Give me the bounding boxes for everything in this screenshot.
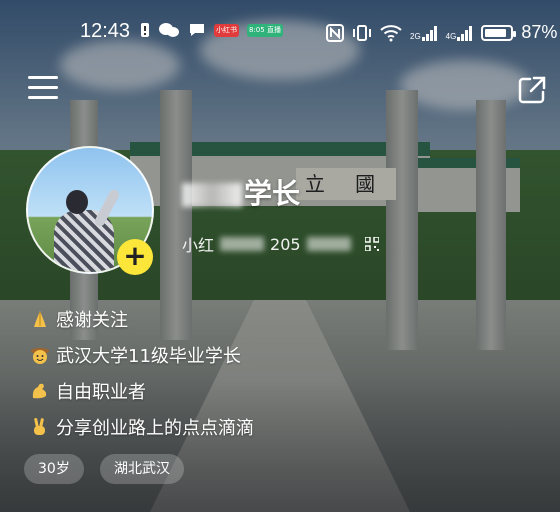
bio-line: 武汉大学11级毕业学长	[30, 342, 241, 368]
folded-hands-emoji-icon	[34, 311, 46, 327]
flexed-biceps-emoji-icon	[32, 383, 47, 399]
signal-bars-icon	[457, 25, 473, 41]
signal-2g: 2G	[410, 25, 438, 41]
id-redaction	[306, 237, 351, 251]
bio-text: 武汉大学11级毕业学长	[56, 346, 241, 367]
signal-4g: 4G	[446, 25, 474, 41]
victory-hand-emoji-icon	[34, 417, 45, 435]
profile-id-row: 小红 205	[182, 232, 379, 256]
profile-id-fragment: 205	[270, 234, 301, 254]
bio-text: 自由职业者	[56, 382, 146, 403]
battery-percent: 87%	[521, 22, 558, 42]
bio-text: 感谢关注	[56, 310, 128, 331]
share-external-icon[interactable]	[516, 74, 548, 106]
bio-line: 感谢关注	[30, 306, 128, 332]
nfc-icon	[326, 23, 344, 42]
bio-line: 分享创业路上的点点滴滴	[30, 414, 254, 440]
signal-bars-icon	[421, 25, 437, 41]
profile-name-text: 学长	[244, 177, 301, 210]
wechat-icon	[159, 23, 179, 37]
status-left-icons: 小红书 8:05 直播	[140, 22, 283, 38]
profile-id-prefix: 小红	[182, 236, 215, 255]
bio-line: 自由职业者	[30, 378, 146, 404]
tag-location[interactable]: 湖北武汉	[100, 454, 184, 484]
cowboy-hat-face-emoji-icon	[31, 348, 49, 364]
name-redaction	[182, 183, 242, 207]
id-redaction	[220, 237, 265, 251]
status-right-icons: 2G 4G 87%	[326, 22, 557, 43]
follow-plus-button[interactable]: +	[117, 239, 153, 275]
xiaohongshu-notification-icon: 小红书	[214, 23, 239, 37]
tag-age[interactable]: 30岁	[24, 454, 84, 484]
live-notification-icon: 8:05 直播	[247, 23, 283, 37]
bio-text: 分享创业路上的点点滴滴	[56, 418, 254, 439]
wifi-icon	[380, 24, 402, 41]
message-bubble-icon	[190, 24, 204, 36]
battery-fill	[485, 28, 507, 37]
sim-alert-icon	[141, 23, 149, 37]
vibrate-icon	[353, 24, 371, 41]
qr-code-icon[interactable]	[364, 237, 379, 251]
hamburger-menu-icon[interactable]	[28, 76, 58, 102]
profile-name: 学长	[182, 172, 300, 212]
status-bar: 12:43 小红书 8:05 直播 2G 4G 87%	[0, 16, 560, 50]
battery-icon	[481, 24, 517, 41]
status-time: 12:43	[80, 20, 131, 42]
